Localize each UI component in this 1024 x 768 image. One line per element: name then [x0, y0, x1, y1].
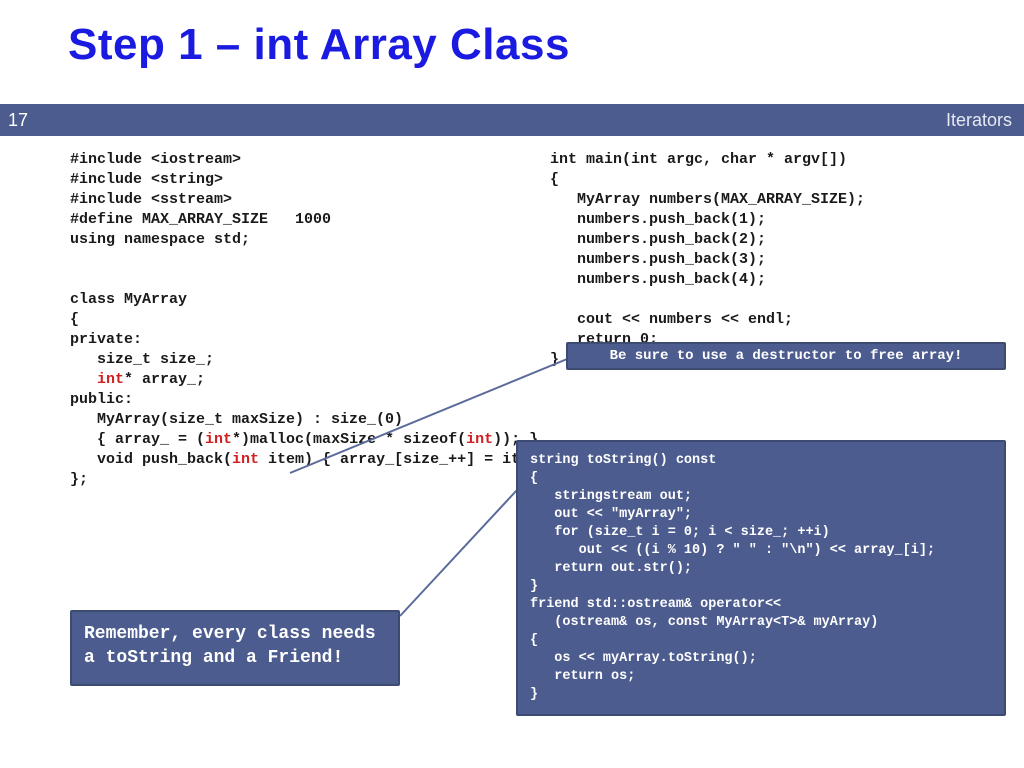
code-block-right: int main(int argc, char * argv[]){ MyArr…	[550, 150, 990, 370]
code-line: numbers.push_back(3);	[550, 250, 990, 270]
code-line	[70, 270, 570, 290]
code-line: {	[70, 310, 570, 330]
code-line: void push_back(int item) { array_[size_+…	[70, 450, 570, 470]
code-line: MyArray numbers(MAX_ARRAY_SIZE);	[550, 190, 990, 210]
code-line	[70, 250, 570, 270]
code-line: {	[550, 170, 990, 190]
code-line: int main(int argc, char * argv[])	[550, 150, 990, 170]
slide-title: Step 1 – int Array Class	[68, 20, 570, 70]
code-line: private:	[70, 330, 570, 350]
code-line: class MyArray	[70, 290, 570, 310]
code-line: size_t size_;	[70, 350, 570, 370]
code-line: };	[70, 470, 570, 490]
code-line: #include <iostream>	[70, 150, 570, 170]
code-line: MyArray(size_t maxSize) : size_(0)	[70, 410, 570, 430]
code-line: { array_ = (int*)malloc(maxSize * sizeof…	[70, 430, 570, 450]
header-label: Iterators	[946, 104, 1012, 136]
code-line: cout << numbers << endl;	[550, 310, 990, 330]
code-block-left: #include <iostream>#include <string>#inc…	[70, 150, 570, 490]
callout-tostring: string toString() const { stringstream o…	[516, 440, 1006, 716]
code-line: numbers.push_back(4);	[550, 270, 990, 290]
callout-destructor: Be sure to use a destructor to free arra…	[566, 342, 1006, 370]
code-line: #include <sstream>	[70, 190, 570, 210]
slide: Step 1 – int Array Class 17 Iterators #i…	[0, 0, 1024, 768]
code-line: #include <string>	[70, 170, 570, 190]
callout-remember: Remember, every class needs a toString a…	[70, 610, 400, 686]
page-number-badge: 17	[0, 104, 36, 136]
code-line: #define MAX_ARRAY_SIZE 1000	[70, 210, 570, 230]
code-line: using namespace std;	[70, 230, 570, 250]
code-line	[550, 290, 990, 310]
code-line: int* array_;	[70, 370, 570, 390]
code-line: public:	[70, 390, 570, 410]
header-bar	[0, 104, 1024, 136]
code-line: numbers.push_back(2);	[550, 230, 990, 250]
code-line: numbers.push_back(1);	[550, 210, 990, 230]
